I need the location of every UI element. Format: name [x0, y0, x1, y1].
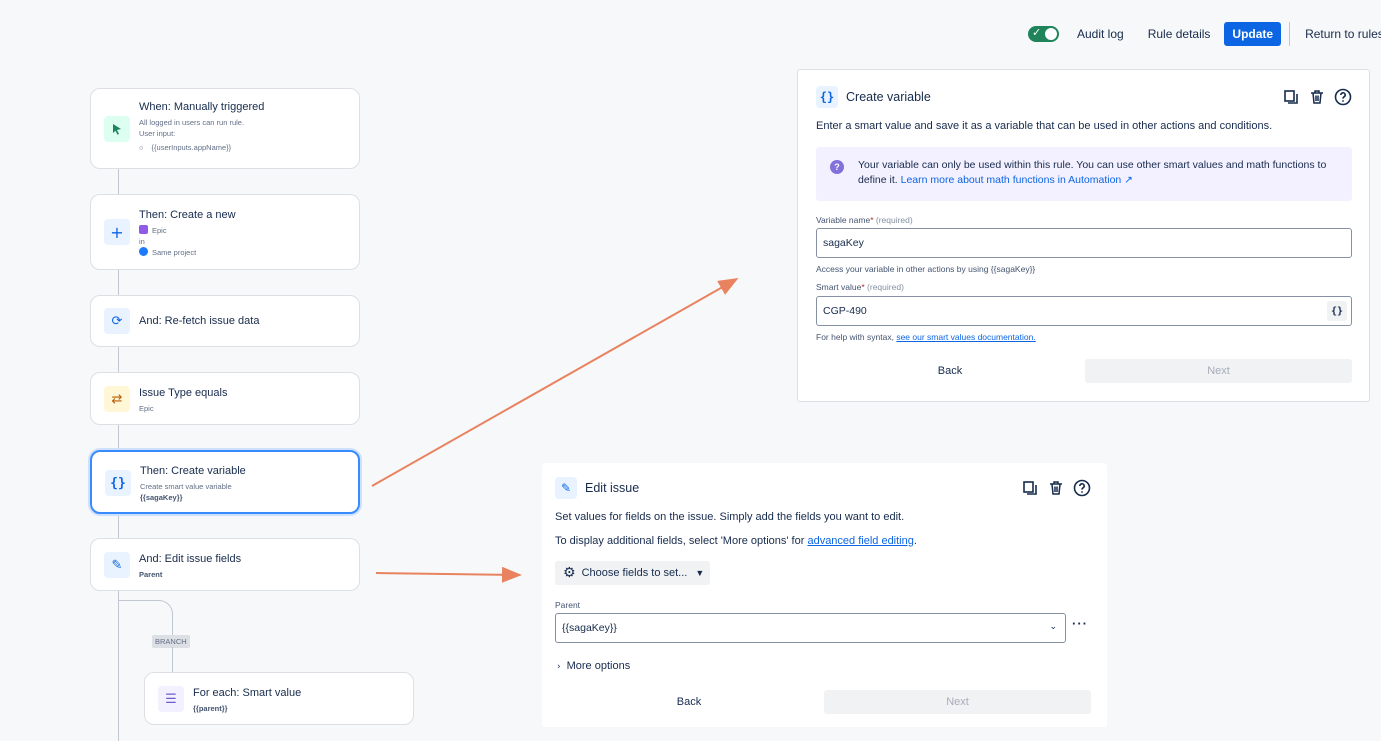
arrow-to-edit-issue — [375, 566, 522, 583]
arrow-to-create-variable — [371, 278, 739, 487]
annotation-arrows — [371, 278, 739, 583]
